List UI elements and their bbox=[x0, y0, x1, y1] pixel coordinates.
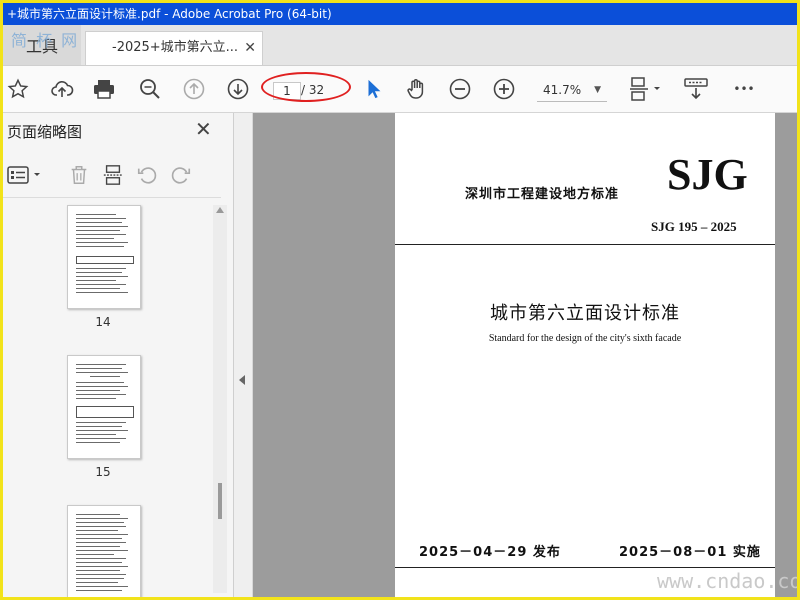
page-thumbnail-15[interactable] bbox=[67, 355, 141, 459]
zoom-level-value: 41.7% bbox=[543, 83, 582, 97]
standard-logo: SJG bbox=[667, 150, 748, 199]
document-title-cn: 城市第六立面设计标准 bbox=[490, 303, 680, 324]
rotate-left-icon[interactable] bbox=[135, 163, 159, 187]
tab-tools[interactable]: 简 杯 网 工具 bbox=[3, 25, 81, 65]
pane-collapse-strip[interactable] bbox=[234, 113, 253, 597]
select-cursor-icon[interactable] bbox=[361, 76, 387, 102]
tab-document[interactable]: -2025+城市第六立... ✕ bbox=[85, 31, 263, 65]
page-fit-icon[interactable] bbox=[627, 76, 663, 102]
red-annotation-circle bbox=[261, 72, 351, 102]
zoom-out-icon[interactable] bbox=[447, 76, 473, 102]
publish-date: 2025－04－29 发布 bbox=[419, 545, 561, 560]
delete-page-icon[interactable] bbox=[67, 163, 91, 187]
collapse-arrow-icon[interactable] bbox=[239, 375, 245, 385]
thumbnail-page-number: 15 bbox=[95, 465, 111, 479]
page-thumbnail-16[interactable] bbox=[67, 505, 141, 597]
print-icon[interactable] bbox=[91, 76, 117, 102]
document-view[interactable]: 深圳市工程建设地方标准 SJG SJG 195 – 2025 城市第六立面设计标… bbox=[253, 113, 797, 597]
tab-row: 简 杯 网 工具 -2025+城市第六立... ✕ bbox=[3, 25, 797, 66]
document-title-en: Standard for the design of the city's si… bbox=[488, 333, 682, 344]
bookmark-star-icon[interactable] bbox=[5, 76, 31, 102]
tab-close-icon[interactable]: ✕ bbox=[244, 32, 256, 64]
rotate-right-icon[interactable] bbox=[169, 163, 193, 187]
thumbnails-pane-title: 页面缩略图 bbox=[7, 123, 83, 141]
thumbnail-toolbar bbox=[3, 151, 221, 198]
main-toolbar: 1 / 32 41.7% ▼ ••• bbox=[3, 66, 797, 113]
pdf-page: 深圳市工程建设地方标准 SJG SJG 195 – 2025 城市第六立面设计标… bbox=[395, 113, 775, 597]
zoom-level-select[interactable]: 41.7% ▼ bbox=[537, 78, 607, 102]
zoom-search-icon[interactable] bbox=[137, 76, 163, 102]
divider bbox=[395, 244, 775, 245]
keyboard-scroll-icon[interactable] bbox=[683, 76, 709, 102]
zoom-in-icon[interactable] bbox=[491, 76, 517, 102]
acrobat-window: +城市第六立面设计标准.pdf - Adobe Acrobat Pro (64-… bbox=[0, 0, 800, 600]
standard-code: SJG 195 – 2025 bbox=[651, 219, 737, 234]
hand-tool-icon[interactable] bbox=[403, 76, 429, 102]
tab-document-label: -2025+城市第六立... bbox=[112, 40, 239, 55]
insert-page-icon[interactable] bbox=[101, 163, 125, 187]
thumbnail-page-number: 14 bbox=[95, 315, 111, 329]
next-page-icon[interactable] bbox=[225, 76, 251, 102]
effective-date: 2025－08－01 实施 bbox=[619, 545, 761, 560]
top-watermark: 简 杯 网 bbox=[11, 31, 80, 50]
standard-issuer: 深圳市工程建设地方标准 bbox=[465, 187, 620, 202]
chevron-down-icon: ▼ bbox=[594, 85, 601, 95]
upload-cloud-icon[interactable] bbox=[49, 76, 75, 102]
divider bbox=[395, 567, 775, 568]
thumbnails-scrollbar[interactable] bbox=[213, 205, 227, 593]
pane-close-icon[interactable]: ✕ bbox=[195, 117, 212, 141]
scrollbar-thumb[interactable] bbox=[218, 483, 222, 519]
page-thumbnail-14[interactable] bbox=[67, 205, 141, 309]
site-watermark: www.cndao.com bbox=[657, 569, 800, 593]
scroll-up-arrow-icon[interactable] bbox=[216, 207, 224, 213]
previous-page-icon[interactable] bbox=[181, 76, 207, 102]
more-tools-icon[interactable]: ••• bbox=[729, 76, 759, 102]
page-thumbnails-pane: 页面缩略图 ✕ 14 15 bbox=[3, 113, 234, 597]
thumbnail-options-icon[interactable] bbox=[7, 163, 45, 187]
window-title-bar: +城市第六立面设计标准.pdf - Adobe Acrobat Pro (64-… bbox=[3, 3, 797, 25]
